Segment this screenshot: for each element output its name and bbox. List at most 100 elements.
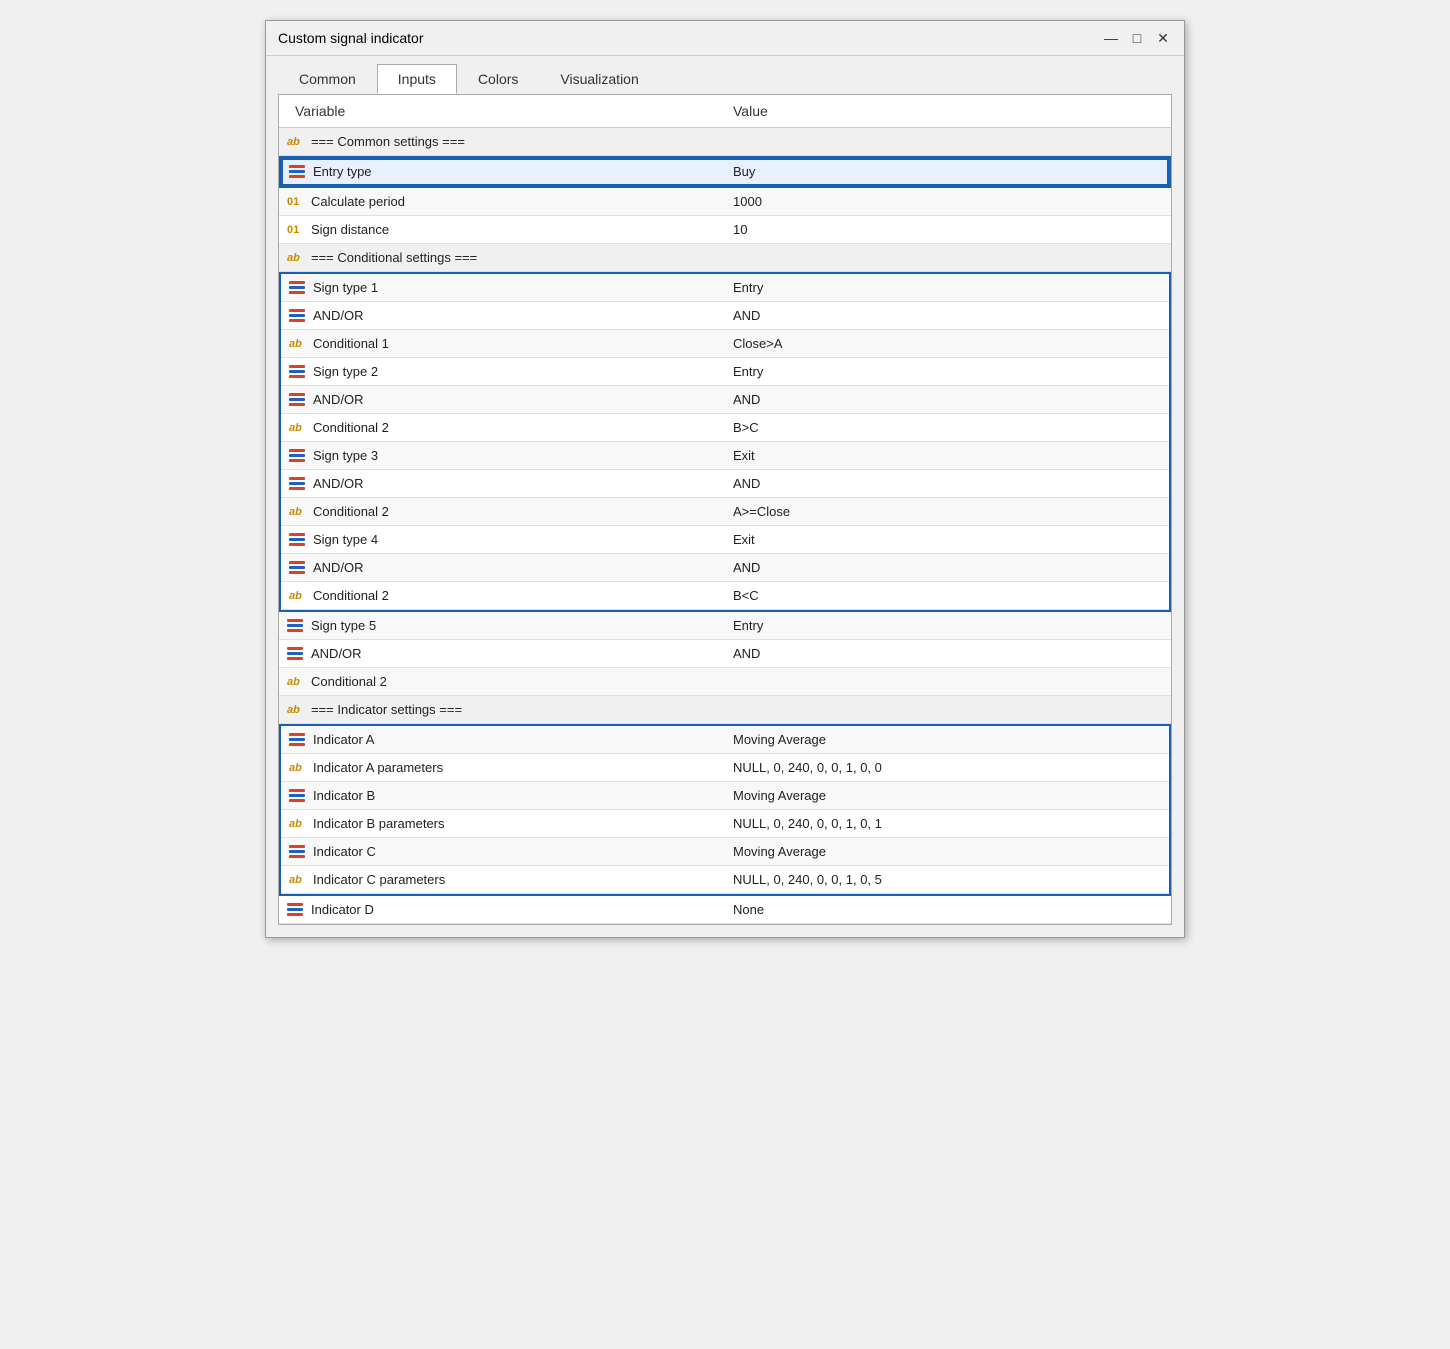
lines-icon (289, 733, 307, 746)
value-cell (725, 255, 1171, 261)
tab-visualization[interactable]: Visualization (539, 64, 659, 94)
variable-label: === Common settings === (311, 134, 465, 149)
value-cell: B<C (725, 585, 1169, 606)
table-row[interactable]: ab Indicator C parameters NULL, 0, 240, 0,… (281, 866, 1169, 894)
table-row[interactable]: Indicator B Moving Average (281, 782, 1169, 810)
table-row[interactable]: abConditional 2A>=Close (281, 498, 1169, 526)
table-row[interactable]: AND/ORAND (281, 302, 1169, 330)
table-row[interactable]: AND/ORAND (281, 386, 1169, 414)
table-row: ab === Common settings === (279, 128, 1171, 156)
variable-cell: Indicator A (281, 729, 725, 750)
table-row[interactable]: Sign type 3Exit (281, 442, 1169, 470)
variable-cell: AND/OR (281, 473, 725, 494)
variable-label: Indicator C (313, 844, 376, 859)
variable-label: AND/OR (313, 560, 364, 575)
table-row[interactable]: AND/ORAND (279, 640, 1171, 668)
tab-colors[interactable]: Colors (457, 64, 539, 94)
table-row[interactable]: abIndicator A parametersNULL, 0, 240, 0,… (281, 754, 1169, 782)
value-cell: Entry (725, 615, 1171, 636)
variable-cell: Indicator C (281, 841, 725, 862)
table-row[interactable]: AND/OR AND (281, 554, 1169, 582)
group-conditional: Sign type 1Entry AND/OR AND abConditional 1… (279, 272, 1171, 612)
table-row[interactable]: AND/OR AND (281, 470, 1169, 498)
value-cell (725, 679, 1171, 685)
value-cell: Entry (725, 277, 1169, 298)
variable-label: Conditional 2 (313, 588, 389, 603)
ab-icon: ab (289, 874, 307, 886)
value-cell: 1000 (725, 191, 1171, 212)
table-row: ab=== Conditional settings === (279, 244, 1171, 272)
value-cell: AND (725, 473, 1169, 494)
ab-icon: ab (287, 676, 305, 688)
table-row[interactable]: Indicator A Moving Average (281, 726, 1169, 754)
tab-content-inputs: Variable Value ab === Common settings ===… (278, 94, 1172, 925)
value-cell: Exit (725, 445, 1169, 466)
table-row[interactable]: abConditional 2B>C (281, 414, 1169, 442)
tab-common[interactable]: Common (278, 64, 377, 94)
table-row[interactable]: Sign type 2Entry (281, 358, 1169, 386)
value-cell: Moving Average (725, 841, 1169, 862)
lines-icon (289, 449, 307, 462)
title-bar: Custom signal indicator — □ ✕ (266, 21, 1184, 56)
table-row[interactable]: 01Sign distance10 (279, 216, 1171, 244)
variable-label: Sign distance (311, 222, 389, 237)
01-icon: 01 (287, 224, 305, 236)
variable-cell: Sign type 4 (281, 529, 725, 550)
variable-label: Indicator C parameters (313, 872, 445, 887)
variable-label: Indicator A parameters (313, 760, 443, 775)
lines-icon (287, 619, 305, 632)
variable-label: Indicator B (313, 788, 375, 803)
lines-icon (287, 903, 305, 916)
variable-cell: AND/OR (281, 305, 725, 326)
window-title: Custom signal indicator (278, 30, 424, 46)
group-entry: Entry typeBuy (279, 156, 1171, 188)
value-cell: B>C (725, 417, 1169, 438)
variable-label: Sign type 5 (311, 618, 376, 633)
table-row[interactable]: abConditional 1Close>A (281, 330, 1169, 358)
value-cell: AND (725, 557, 1169, 578)
value-cell (725, 139, 1171, 145)
table-header: Variable Value (279, 95, 1171, 128)
variable-label: Indicator A (313, 732, 374, 747)
table-row[interactable]: Sign type 5 Entry (279, 612, 1171, 640)
value-cell: Close>A (725, 333, 1169, 354)
ab-icon: ab (289, 338, 307, 350)
close-button[interactable]: ✕ (1154, 29, 1172, 47)
value-cell: Moving Average (725, 729, 1169, 750)
maximize-button[interactable]: □ (1128, 29, 1146, 47)
value-cell: Moving Average (725, 785, 1169, 806)
table-row[interactable]: Sign type 4Exit (281, 526, 1169, 554)
ab-icon: ab (289, 590, 307, 602)
variable-label: Conditional 2 (311, 674, 387, 689)
table-row[interactable]: 01Calculate period1000 (279, 188, 1171, 216)
lines-icon (289, 789, 307, 802)
variable-label: Conditional 2 (313, 504, 389, 519)
inputs-table: Variable Value ab === Common settings ===… (279, 95, 1171, 924)
ab-icon: ab (287, 136, 305, 148)
table-row[interactable]: Indicator C Moving Average (281, 838, 1169, 866)
lines-icon (289, 477, 307, 490)
variable-label: Sign type 2 (313, 364, 378, 379)
ab-icon: ab (289, 762, 307, 774)
value-cell: None (725, 899, 1171, 920)
minimize-button[interactable]: — (1102, 29, 1120, 47)
variable-cell: abIndicator B parameters (281, 813, 725, 834)
lines-icon (289, 165, 307, 178)
value-cell: Exit (725, 529, 1169, 550)
tab-bar: CommonInputsColorsVisualization (266, 56, 1184, 94)
variable-cell: abConditional 2 (281, 501, 725, 522)
table-row[interactable]: Indicator DNone (279, 896, 1171, 924)
table-row[interactable]: Sign type 1Entry (281, 274, 1169, 302)
tab-inputs[interactable]: Inputs (377, 64, 457, 94)
variable-label: AND/OR (313, 392, 364, 407)
table-row[interactable]: ab Conditional 2 (279, 668, 1171, 696)
variable-label: AND/OR (313, 476, 364, 491)
variable-cell: 01Calculate period (279, 191, 725, 212)
variable-cell: ab=== Conditional settings === (279, 247, 725, 268)
value-cell: NULL, 0, 240, 0, 0, 1, 0, 5 (725, 869, 1169, 890)
table-row[interactable]: abIndicator B parametersNULL, 0, 240, 0,… (281, 810, 1169, 838)
table-row[interactable]: Entry typeBuy (281, 158, 1169, 186)
table-row[interactable]: ab Conditional 2 B<C (281, 582, 1169, 610)
variable-cell: abConditional 2 (281, 417, 725, 438)
title-bar-controls: — □ ✕ (1102, 29, 1172, 47)
